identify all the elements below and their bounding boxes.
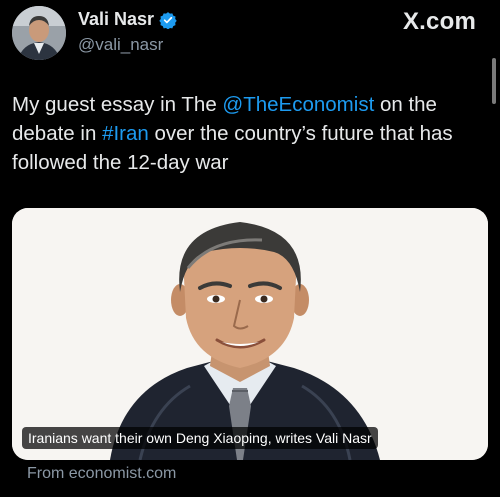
author-name-row: Vali Nasr bbox=[78, 9, 177, 30]
tweet-text-part: My guest essay in The bbox=[12, 93, 223, 116]
card-caption: Iranians want their own Deng Xiaoping, w… bbox=[22, 427, 378, 449]
avatar[interactable] bbox=[12, 6, 66, 60]
hashtag-link[interactable]: #Iran bbox=[102, 122, 149, 145]
verified-badge-icon bbox=[159, 11, 177, 29]
author-display-name[interactable]: Vali Nasr bbox=[78, 9, 154, 30]
author-handle[interactable]: @vali_nasr bbox=[78, 35, 163, 55]
card-source[interactable]: From economist.com bbox=[27, 465, 176, 483]
link-card[interactable]: Iranians want their own Deng Xiaoping, w… bbox=[12, 208, 488, 460]
scrollbar[interactable] bbox=[492, 58, 496, 104]
card-image bbox=[12, 208, 488, 460]
tweet-text: My guest essay in The @TheEconomist on t… bbox=[12, 90, 482, 177]
site-brand: X.com bbox=[402, 8, 476, 35]
mention-link[interactable]: @TheEconomist bbox=[222, 93, 374, 116]
